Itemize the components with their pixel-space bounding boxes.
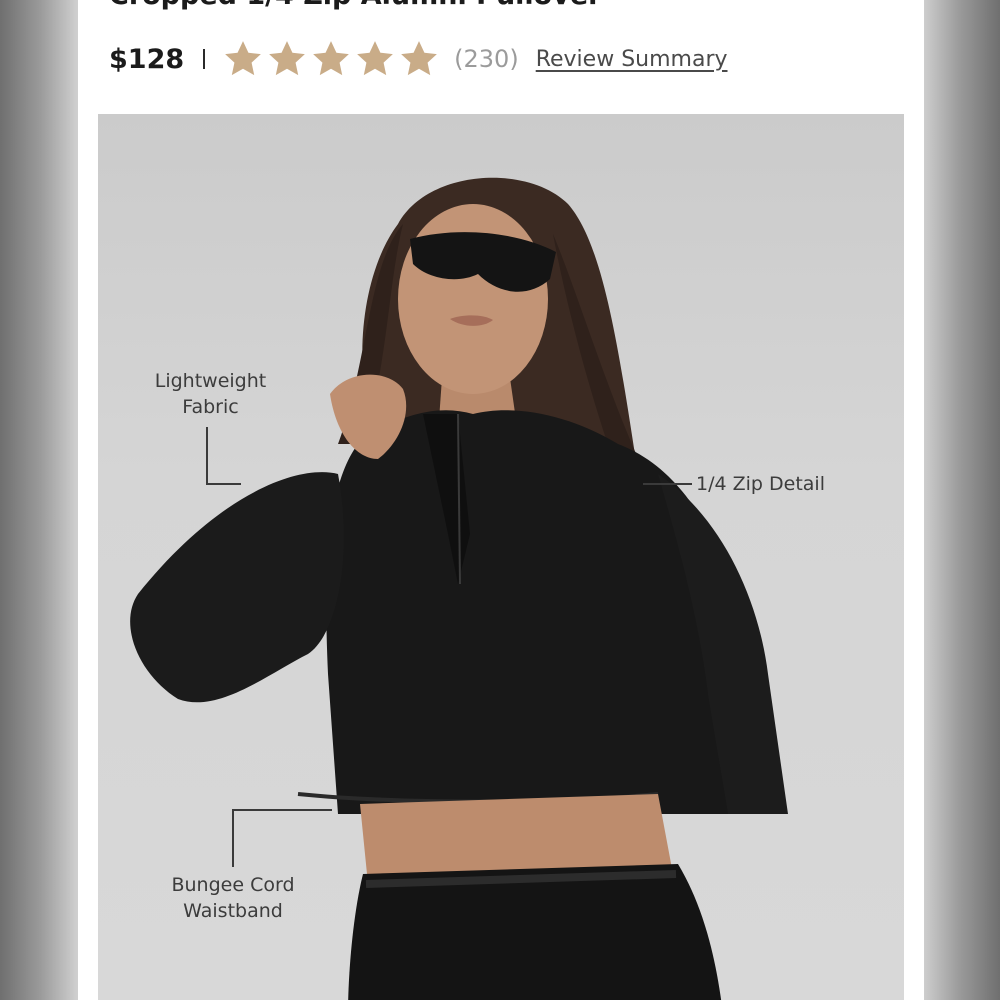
product-image[interactable]: Lightweight Fabric 1/4 Zip Detail Bungee… bbox=[98, 114, 904, 1000]
product-title: Cropped 1/4 Zip Alumni Pullover bbox=[109, 0, 869, 12]
callout-zip-detail: 1/4 Zip Detail bbox=[696, 473, 825, 495]
product-page: Cropped 1/4 Zip Alumni Pullover $128 (23… bbox=[78, 0, 924, 1000]
callout-text: Bungee Cord bbox=[171, 874, 295, 896]
review-summary-link[interactable]: Review Summary bbox=[536, 47, 728, 72]
review-count[interactable]: (230) bbox=[454, 45, 519, 73]
callout-text: Fabric bbox=[182, 396, 239, 418]
leader-line bbox=[206, 427, 208, 485]
price: $128 bbox=[109, 43, 185, 75]
leader-line bbox=[206, 483, 241, 485]
star-icon bbox=[401, 41, 438, 76]
price-rating-row: $128 (230) Review Summary bbox=[109, 36, 869, 82]
star-icon bbox=[357, 41, 394, 76]
divider bbox=[203, 49, 206, 69]
leader-line bbox=[232, 809, 234, 867]
star-icon bbox=[269, 41, 306, 76]
callout-text: Waistband bbox=[183, 900, 283, 922]
star-icon bbox=[313, 41, 350, 76]
callout-text: Lightweight bbox=[154, 370, 267, 392]
star-icon bbox=[225, 41, 262, 76]
star-rating[interactable] bbox=[222, 38, 442, 80]
model-photo bbox=[130, 177, 788, 1000]
callout-lightweight-fabric: Lightweight Fabric bbox=[143, 368, 278, 420]
callout-bungee-waistband: Bungee Cord Waistband bbox=[153, 872, 313, 924]
leader-line bbox=[643, 483, 692, 485]
leader-line bbox=[232, 809, 332, 811]
